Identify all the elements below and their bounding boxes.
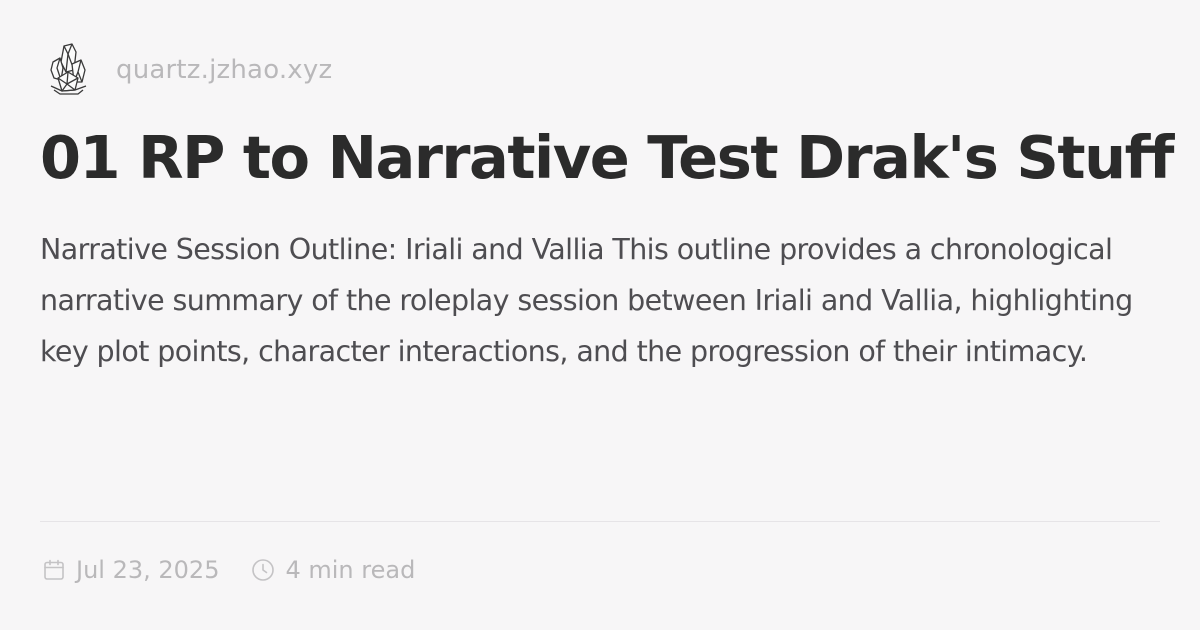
calendar-icon <box>44 559 64 580</box>
clock-icon <box>252 559 275 581</box>
divider <box>40 521 1160 522</box>
site-header: quartz.jzhao.xyz <box>48 42 332 98</box>
publish-date-text: Jul 23, 2025 <box>76 556 220 584</box>
reading-time-text: 4 min read <box>285 556 416 584</box>
reading-time: 4 min read <box>251 556 415 584</box>
social-preview-card: quartz.jzhao.xyz 01 RP to Narrative Test… <box>40 40 1174 600</box>
publish-date: Jul 23, 2025 <box>42 556 219 584</box>
page-title: 01 RP to Narrative Test Drak's Stuff <box>40 123 1174 192</box>
page-meta: Jul 23, 2025 4 min read <box>42 556 415 584</box>
site-url[interactable]: quartz.jzhao.xyz <box>116 55 332 85</box>
crystal-cluster-icon <box>50 43 87 95</box>
page-description: Narrative Session Outline: Iriali and Va… <box>40 233 1133 368</box>
